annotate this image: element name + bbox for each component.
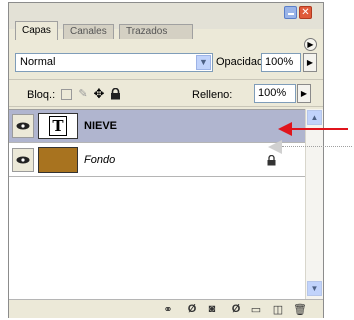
blend-row: Normal ▼ Opacidad: 100% ▶ <box>15 53 319 75</box>
layers-panel: ✕ Capas Canales Trazados ▶ Normal ▼ Opac… <box>8 2 324 318</box>
tab-canales[interactable]: Canales <box>63 24 114 39</box>
fill-label: Relleno: <box>192 89 233 101</box>
adjustment-icon[interactable]: Ø <box>229 303 243 315</box>
lock-label: Bloq.: <box>27 89 56 101</box>
text-layer-icon: T <box>49 116 67 136</box>
link-icon[interactable]: ⚭ <box>161 303 175 316</box>
layer-row-fondo[interactable]: Fondo <box>9 144 305 177</box>
fill-field[interactable]: 100% <box>254 84 296 103</box>
layer-thumbnail: T <box>38 113 78 139</box>
trash-icon[interactable]: 🗑 <box>293 303 307 316</box>
tab-capas[interactable]: Capas <box>15 21 58 40</box>
lock-all-icon[interactable] <box>109 87 121 100</box>
layers-scrollbar[interactable]: ▲ ▼ <box>305 109 323 299</box>
lock-transparency-icon[interactable] <box>61 89 72 100</box>
layers-toolbar: ⚭ Ø ◙ Ø ▭ ◫ 🗑 <box>9 299 323 318</box>
ghost-annotation-arrow <box>268 140 353 154</box>
opacity-slider-button[interactable]: ▶ <box>303 53 317 72</box>
blend-mode-select[interactable]: Normal ▼ <box>15 53 213 72</box>
eye-icon <box>16 156 30 164</box>
tab-trazados[interactable]: Trazados <box>119 24 193 39</box>
layers-list: T NIEVE Fondo <box>9 109 305 299</box>
fill-slider-button[interactable]: ▶ <box>297 84 311 103</box>
mask-icon[interactable]: ◙ <box>205 303 219 315</box>
red-annotation-arrow <box>278 122 348 136</box>
group-icon[interactable]: ▭ <box>249 303 263 316</box>
chevron-down-icon[interactable]: ▼ <box>196 55 211 70</box>
new-layer-icon[interactable]: ◫ <box>271 303 285 316</box>
lock-pixels-icon[interactable]: ✎ <box>77 88 89 100</box>
lock-row: Bloq.: ✎ ✥ Relleno: 100% ▶ <box>9 79 323 107</box>
opacity-field[interactable]: 100% <box>261 53 301 72</box>
visibility-toggle[interactable] <box>12 114 34 138</box>
lock-position-icon[interactable]: ✥ <box>93 87 105 100</box>
layer-name: NIEVE <box>84 120 118 132</box>
layer-style-icon[interactable]: Ø <box>185 303 199 315</box>
blend-mode-value: Normal <box>20 56 56 68</box>
layer-row-nieve[interactable]: T NIEVE <box>9 110 305 143</box>
opacity-label: Opacidad: <box>216 56 267 68</box>
minimize-button[interactable] <box>284 6 297 19</box>
arrow-line <box>290 128 348 130</box>
visibility-toggle[interactable] <box>12 148 34 172</box>
scroll-down-button[interactable]: ▼ <box>307 281 322 296</box>
arrow-line <box>282 146 352 147</box>
lock-icon <box>267 154 276 169</box>
arrow-head <box>268 140 282 154</box>
eye-icon <box>16 122 30 130</box>
panel-menu-button[interactable]: ▶ <box>304 38 317 51</box>
layer-name: Fondo <box>84 154 116 166</box>
layer-thumbnail <box>38 147 78 173</box>
close-button[interactable]: ✕ <box>299 6 312 19</box>
